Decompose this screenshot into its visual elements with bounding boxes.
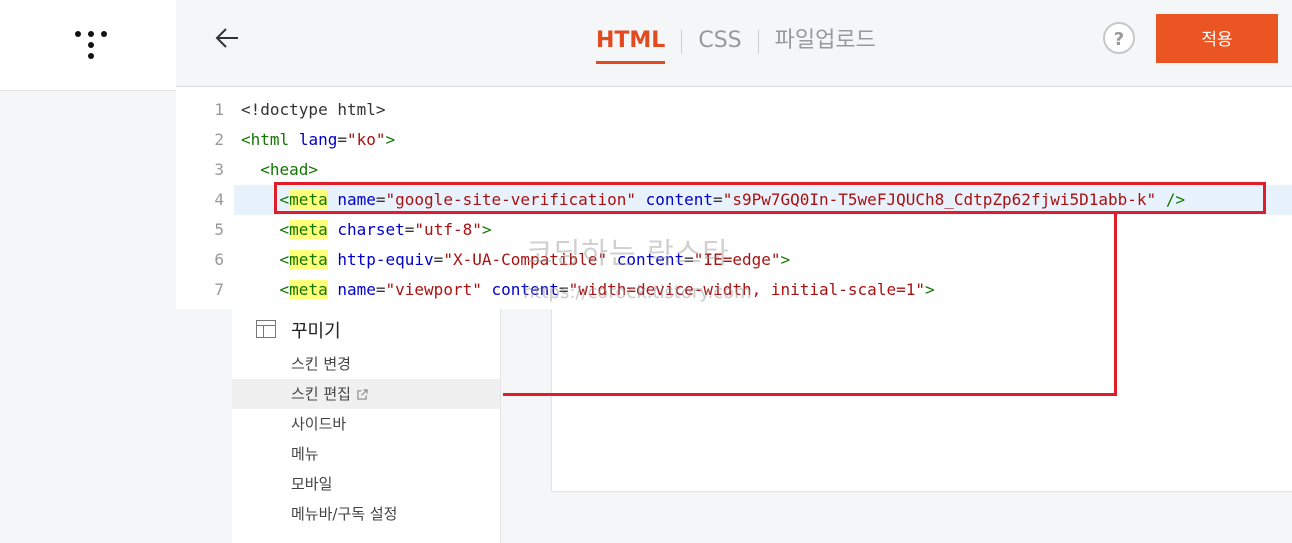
menu-item-mobile[interactable]: 모바일 (232, 469, 500, 499)
line-number: 2 (214, 130, 224, 149)
annotation-line (1114, 214, 1117, 396)
logo-area (0, 0, 176, 91)
editor-tabs: HTML CSS 파일업로드 (596, 27, 876, 67)
menu-item-menubar-subscribe[interactable]: 메뉴바/구독 설정 (232, 499, 500, 529)
tab-file-upload[interactable]: 파일업로드 (775, 27, 876, 61)
tab-css[interactable]: CSS (698, 27, 741, 61)
back-arrow-icon[interactable] (212, 22, 244, 54)
line-number-gutter: 1 2 3 4 5 6 7 (176, 95, 232, 305)
code-line[interactable]: <meta http-equiv="X-UA-Compatible" conte… (234, 245, 1292, 275)
line-number: 6 (214, 250, 224, 269)
code-line[interactable]: <html lang="ko"> (234, 125, 1292, 155)
external-link-icon (357, 389, 368, 400)
code-line[interactable]: <meta name="viewport" content="width=dev… (234, 275, 1292, 305)
layout-icon (256, 320, 276, 338)
menu-item-sidebar[interactable]: 사이드바 (232, 409, 500, 439)
menu-header: 꾸미기 (232, 309, 500, 349)
line-number: 1 (214, 100, 224, 119)
tab-html[interactable]: HTML (596, 27, 666, 64)
watermark-url: https://corock.tistory.com (523, 282, 752, 303)
preview-panel (551, 309, 1292, 492)
watermark-title: 코딩하는 락스타 (526, 236, 730, 270)
tistory-logo[interactable] (75, 29, 107, 61)
menu-item-menu[interactable]: 메뉴 (232, 439, 500, 469)
menu-title: 꾸미기 (291, 321, 341, 342)
customize-menu: 꾸미기 스킨 변경 스킨 편집 사이드바 메뉴 모바일 메뉴바/구독 설정 (232, 309, 501, 543)
code-line[interactable]: <!doctype html> (234, 95, 1292, 125)
annotation-box (274, 182, 1266, 214)
line-number: 5 (214, 220, 224, 239)
menu-item-skin-edit[interactable]: 스킨 편집 (232, 379, 500, 409)
help-icon[interactable]: ? (1103, 22, 1135, 54)
tab-divider (681, 30, 683, 54)
code-line[interactable]: <head> (234, 155, 1292, 185)
line-number: 7 (214, 280, 224, 299)
line-number: 4 (214, 190, 224, 209)
apply-button[interactable]: 적용 (1156, 14, 1278, 63)
line-number: 3 (214, 160, 224, 179)
tab-divider (757, 30, 759, 54)
code-line[interactable]: <meta charset="utf-8"> (234, 215, 1292, 245)
menu-item-skin-change[interactable]: 스킨 변경 (232, 349, 500, 379)
editor-header: HTML CSS 파일업로드 ? 적용 (176, 0, 1292, 87)
annotation-line (503, 393, 1117, 396)
